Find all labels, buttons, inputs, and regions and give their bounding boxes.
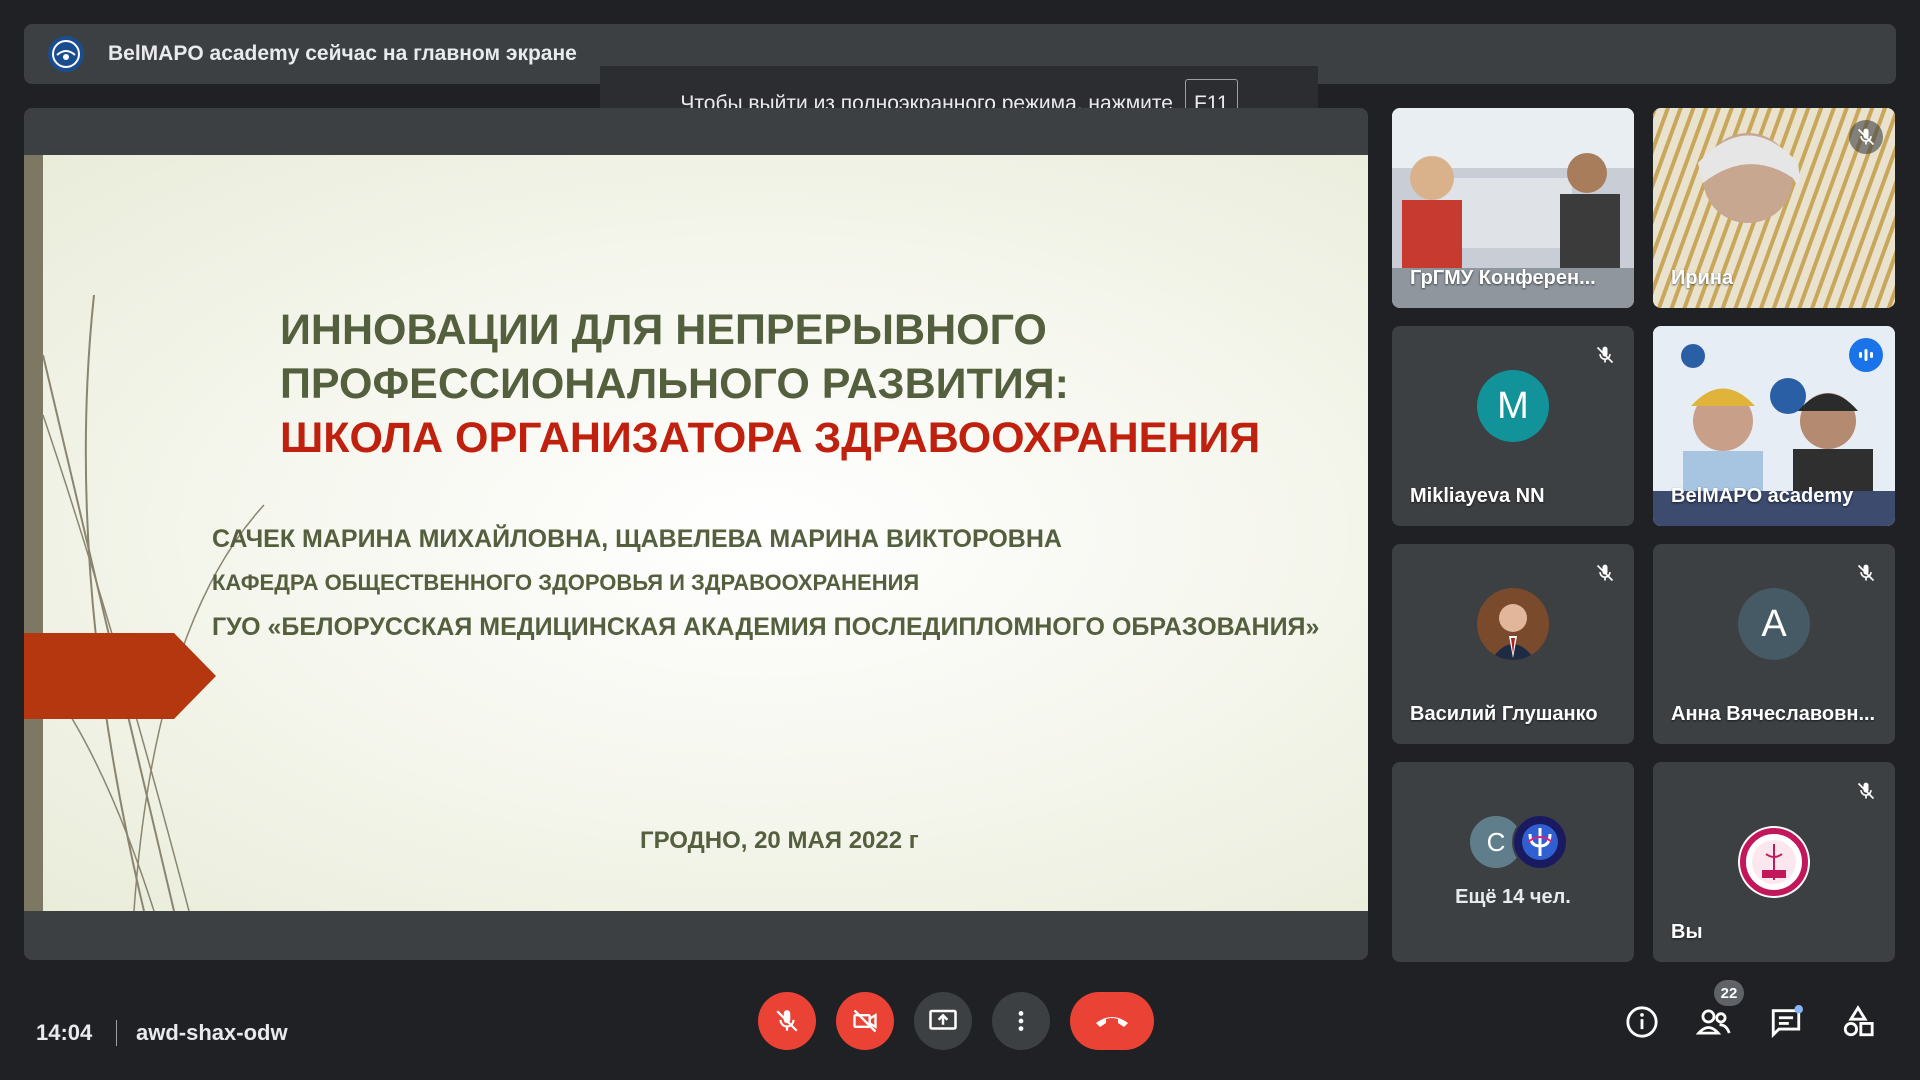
meeting-details-button[interactable] <box>1622 1002 1662 1042</box>
mic-off-icon <box>1588 338 1622 372</box>
info-icon <box>1626 1006 1658 1038</box>
leave-call-button[interactable] <box>1070 992 1154 1050</box>
participant-tile[interactable]: BelMAPO academy <box>1653 326 1895 526</box>
more-options-icon <box>1018 1011 1024 1031</box>
chat-button[interactable] <box>1766 1002 1806 1042</box>
more-participants-label: Ещё 14 чел. <box>1455 886 1571 908</box>
more-participants-tile[interactable]: C Ещё 14 чел. <box>1392 762 1634 962</box>
participant-name: Вы <box>1671 921 1703 943</box>
participant-name: BelMAPO academy <box>1671 485 1854 507</box>
people-icon <box>1696 1009 1731 1035</box>
participant-tile[interactable]: Василий Глушанко <box>1392 544 1634 744</box>
participant-name: Ирина <box>1671 267 1734 289</box>
belmapo-logo-icon <box>48 36 84 72</box>
present-now-button[interactable] <box>914 992 972 1050</box>
university-emblem-icon <box>1738 826 1810 898</box>
participant-name: Анна Вячеславовн... <box>1671 703 1876 725</box>
psi-logo-icon <box>1512 814 1568 870</box>
mic-off-icon <box>1849 120 1883 154</box>
avatar: A <box>1738 588 1810 660</box>
avatar: M <box>1477 370 1549 442</box>
divider <box>116 1020 117 1046</box>
self-tile[interactable]: Вы <box>1653 762 1895 962</box>
activities-icon <box>1843 1005 1874 1037</box>
mic-off-icon <box>1849 556 1883 590</box>
slide-title-line1: ИННОВАЦИИ ДЛЯ НЕПРЕРЫВНОГО <box>280 306 1047 354</box>
more-options-button[interactable] <box>992 992 1050 1050</box>
slide: ИННОВАЦИИ ДЛЯ НЕПРЕРЫВНОГО ПРОФЕССИОНАЛЬ… <box>24 155 1368 911</box>
bottom-toolbar: 14:04 awd-shax-odw 22 <box>0 980 1920 1080</box>
mic-off-icon <box>776 1010 798 1032</box>
microphone-toggle-button[interactable] <box>758 992 816 1050</box>
camera-off-icon <box>853 1009 877 1033</box>
slide-institution: ГУО «БЕЛОРУССКАЯ МЕДИЦИНСКАЯ АКАДЕМИЯ ПО… <box>212 613 1320 641</box>
participant-name: Mikliayeva NN <box>1410 485 1545 507</box>
mic-off-icon <box>1849 774 1883 808</box>
slide-department: КАФЕДРА ОБЩЕСТВЕННОГО ЗДОРОВЬЯ И ЗДРАВОО… <box>212 570 920 595</box>
slide-title: ИННОВАЦИИ ДЛЯ НЕПРЕРЫВНОГО ПРОФЕССИОНАЛЬ… <box>280 303 1260 465</box>
slide-arrow-shape <box>24 633 216 719</box>
clock: 14:04 <box>36 1020 93 1045</box>
participant-tile[interactable]: A Анна Вячеславовн... <box>1653 544 1895 744</box>
presentation-area: ИННОВАЦИИ ДЛЯ НЕПРЕРЫВНОГО ПРОФЕССИОНАЛЬ… <box>24 108 1368 960</box>
avatar-photo <box>1477 588 1549 660</box>
presenting-banner-text: BelMAPO academy сейчас на главном экране <box>108 42 577 65</box>
slide-title-line2: ПРОФЕССИОНАЛЬНОГО РАЗВИТИЯ: <box>280 360 1069 408</box>
meeting-code: awd-shax-odw <box>136 1020 288 1045</box>
speaking-indicator-icon <box>1849 338 1883 372</box>
participant-tile[interactable]: ГрГМУ Конферен... <box>1392 108 1634 308</box>
participant-name: ГрГМУ Конферен... <box>1410 267 1596 289</box>
participant-tile[interactable]: Ирина <box>1653 108 1895 308</box>
end-call-icon <box>1096 1017 1128 1027</box>
participant-count-badge: 22 <box>1714 980 1744 1006</box>
slide-title-line3: ШКОЛА ОРГАНИЗАТОРА ЗДРАВООХРАНЕНИЯ <box>280 414 1261 462</box>
camera-toggle-button[interactable] <box>836 992 894 1050</box>
mic-off-icon <box>1588 556 1622 590</box>
participant-name: Василий Глушанко <box>1410 703 1598 725</box>
chat-icon <box>1771 1005 1803 1039</box>
participant-tile[interactable]: M Mikliayeva NN <box>1392 326 1634 526</box>
participants-button[interactable] <box>1694 1002 1734 1042</box>
slide-authors: САЧЕК МАРИНА МИХАЙЛОВНА, ЩАВЕЛЕВА МАРИНА… <box>212 525 1062 553</box>
present-screen-icon <box>929 1009 957 1030</box>
slide-date: ГРОДНО, 20 МАЯ 2022 г <box>640 827 919 854</box>
activities-button[interactable] <box>1838 1002 1878 1042</box>
